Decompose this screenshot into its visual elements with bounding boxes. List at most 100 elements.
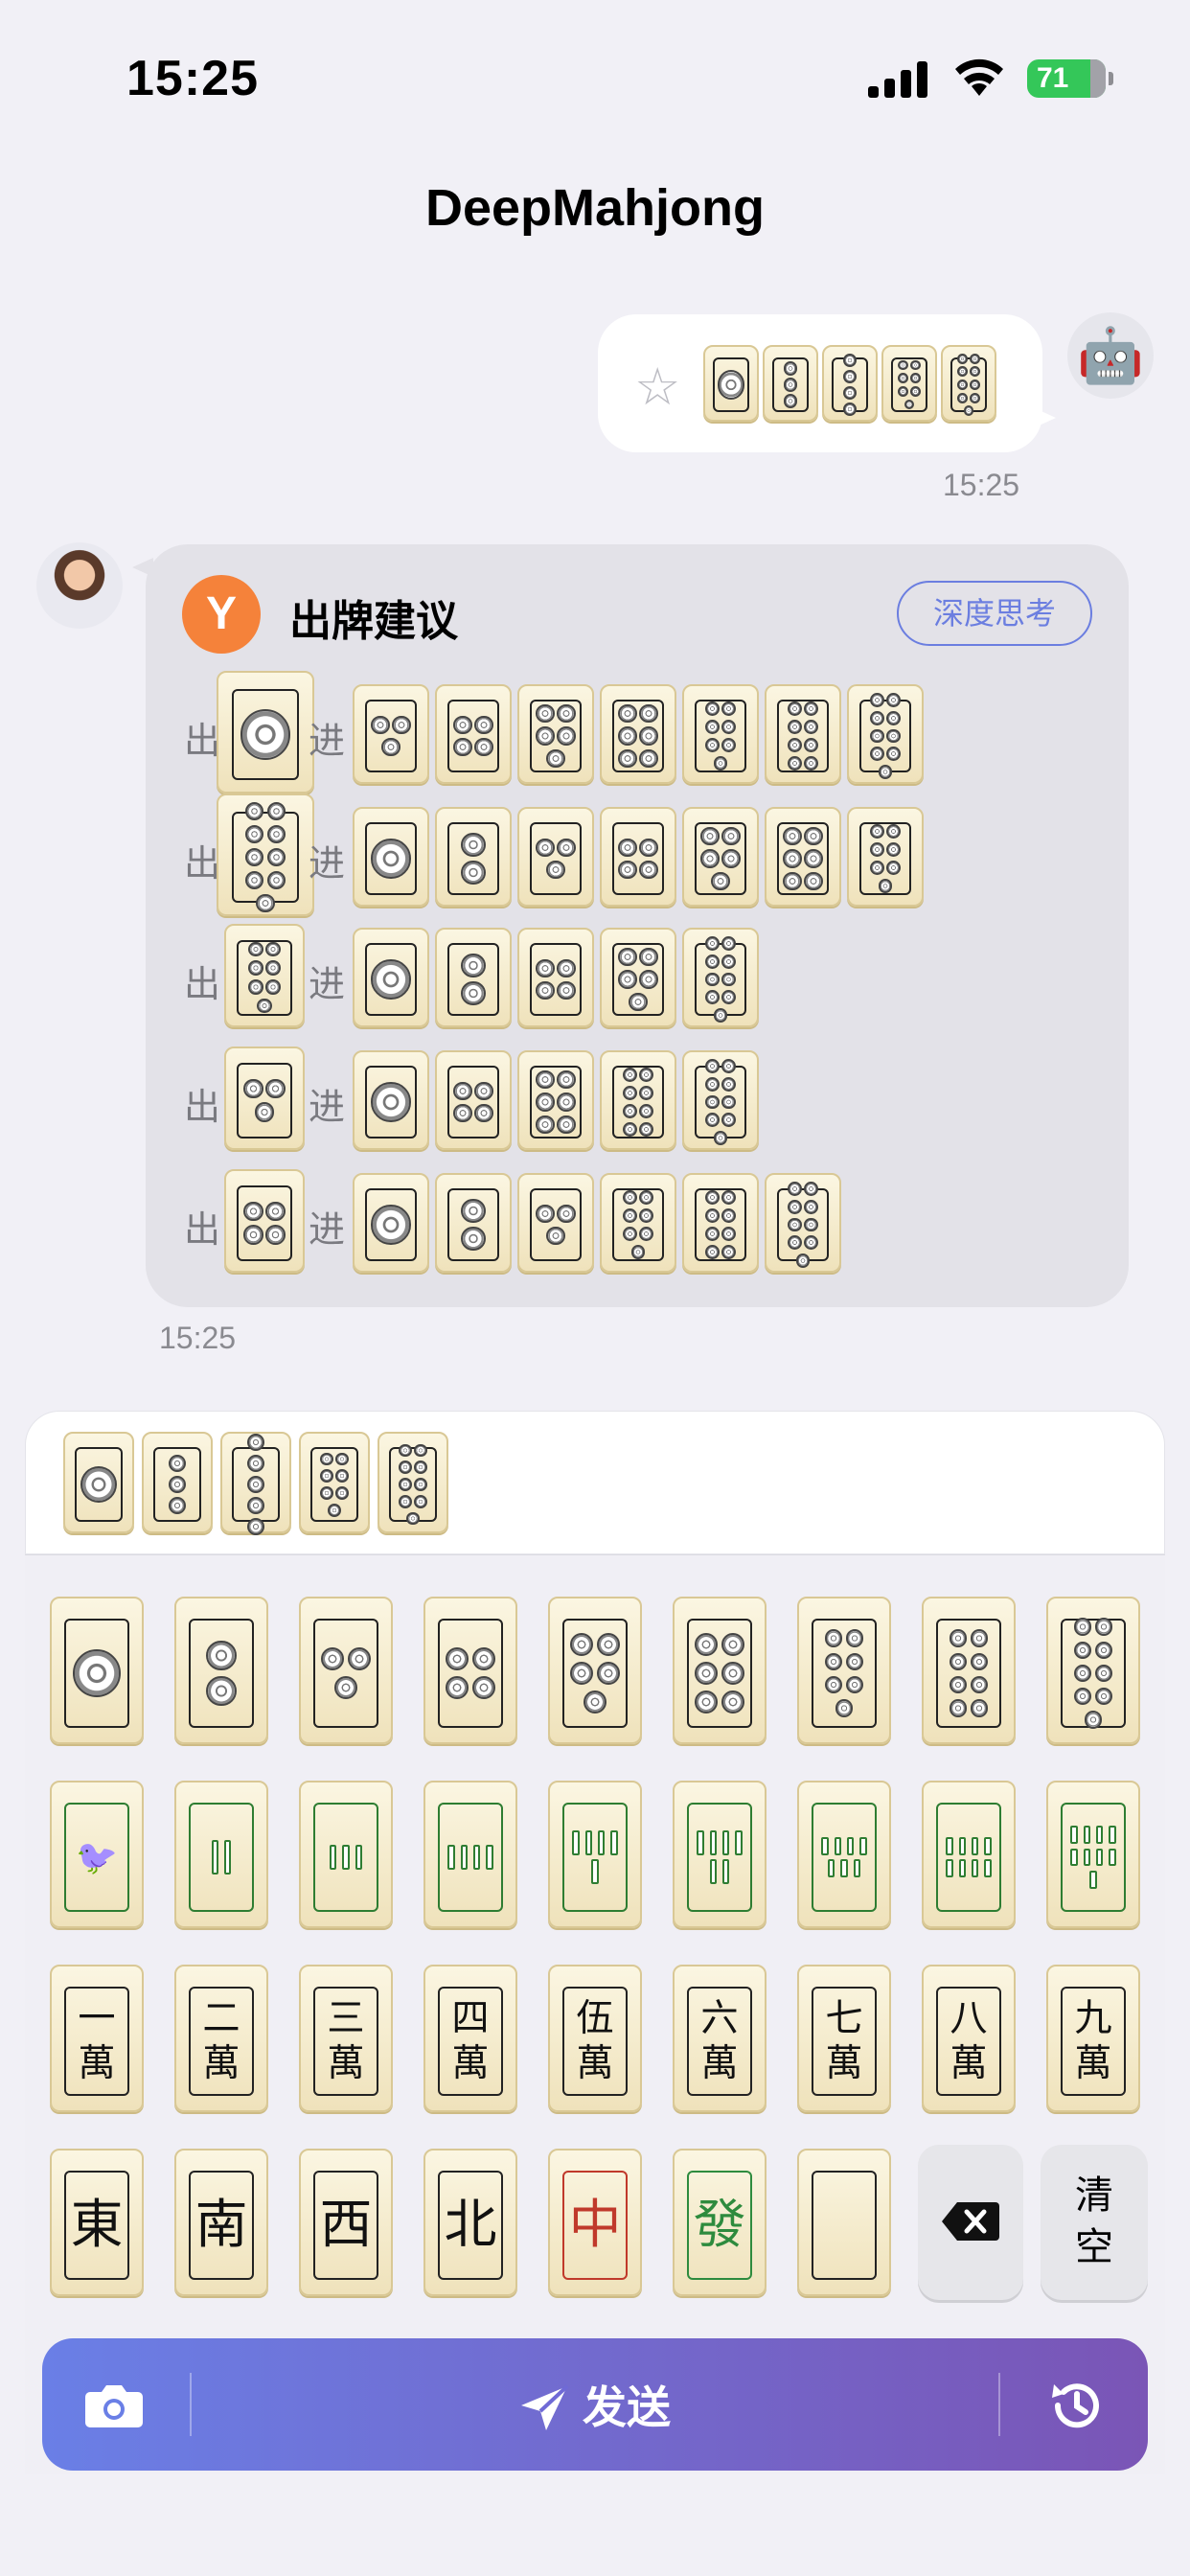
message-tile[interactable] xyxy=(941,345,996,422)
draw-tile[interactable] xyxy=(600,807,676,907)
key-honor-7[interactable] xyxy=(797,2149,891,2296)
discard-tile[interactable] xyxy=(224,924,305,1027)
dot-pip xyxy=(639,1068,654,1083)
draw-tile[interactable] xyxy=(435,928,512,1027)
key-bamboo-9[interactable] xyxy=(1046,1781,1140,1928)
clear-button[interactable]: 清空 xyxy=(1041,2145,1148,2300)
key-bamboo-8[interactable] xyxy=(922,1781,1016,1928)
input-tile[interactable] xyxy=(378,1432,448,1533)
dot-pip xyxy=(721,1690,744,1714)
draw-tile[interactable] xyxy=(682,1173,759,1273)
key-character-7[interactable]: 七萬 xyxy=(797,1965,891,2112)
draw-tile[interactable] xyxy=(847,807,924,907)
key-dots-9[interactable] xyxy=(1046,1597,1140,1744)
tile-face: 🐦 xyxy=(64,1803,129,1912)
dot-pip xyxy=(909,373,921,384)
discard-tile[interactable] xyxy=(224,1169,305,1273)
input-tile[interactable] xyxy=(63,1432,134,1533)
input-tile[interactable] xyxy=(142,1432,213,1533)
key-dots-2[interactable] xyxy=(174,1597,268,1744)
input-tile[interactable] xyxy=(220,1432,291,1536)
key-dots-4[interactable] xyxy=(423,1597,517,1744)
input-tile[interactable] xyxy=(299,1432,370,1533)
dot-pip xyxy=(886,842,902,858)
draw-tile[interactable] xyxy=(682,807,759,907)
draw-tile[interactable] xyxy=(765,684,841,784)
tile-face xyxy=(364,1188,418,1261)
key-character-2[interactable]: 二萬 xyxy=(174,1965,268,2112)
draw-tile[interactable] xyxy=(435,1050,512,1150)
draw-tile[interactable] xyxy=(600,1050,676,1150)
draw-tile[interactable] xyxy=(682,1050,759,1150)
key-bamboo-1[interactable]: 🐦 xyxy=(50,1781,144,1928)
key-honor-1[interactable]: 東 xyxy=(50,2149,144,2296)
star-icon[interactable]: ☆ xyxy=(634,356,680,417)
draw-tile[interactable] xyxy=(435,1173,512,1273)
key-bamboo-3[interactable] xyxy=(299,1781,393,1928)
key-character-8[interactable]: 八萬 xyxy=(922,1965,1016,2112)
key-honor-3[interactable]: 西 xyxy=(299,2149,393,2296)
backspace-button[interactable] xyxy=(918,2145,1023,2300)
key-character-6[interactable]: 六萬 xyxy=(673,1965,767,2112)
draw-tile[interactable] xyxy=(517,1050,594,1150)
draw-tile[interactable] xyxy=(353,1173,429,1273)
key-character-4[interactable]: 四萬 xyxy=(423,1965,517,2112)
draw-tile[interactable] xyxy=(600,1173,676,1273)
key-bamboo-7[interactable] xyxy=(797,1781,891,1928)
draw-tile[interactable] xyxy=(435,684,512,784)
discard-tile[interactable] xyxy=(224,1046,305,1150)
draw-tile[interactable] xyxy=(600,684,676,784)
key-dots-3[interactable] xyxy=(299,1597,393,1744)
draw-tile[interactable] xyxy=(353,807,429,907)
draw-tile[interactable] xyxy=(517,928,594,1027)
draw-tile[interactable] xyxy=(517,807,594,907)
message-tile[interactable] xyxy=(703,345,759,422)
discard-tile[interactable] xyxy=(217,794,314,916)
key-bamboo-4[interactable] xyxy=(423,1781,517,1928)
key-dots-6[interactable] xyxy=(673,1597,767,1744)
robot-avatar: 🤖 xyxy=(1067,312,1154,399)
key-bamboo-5[interactable] xyxy=(548,1781,642,1928)
dot-pip xyxy=(721,954,737,969)
key-dots-8[interactable] xyxy=(922,1597,1016,1744)
draw-tile[interactable] xyxy=(847,684,924,784)
message-tile[interactable] xyxy=(822,345,878,422)
dot-pip xyxy=(168,1497,187,1515)
honor-glyph: 北 xyxy=(444,2194,497,2256)
history-icon[interactable] xyxy=(1048,2377,1106,2434)
bamboo-stick xyxy=(946,1859,953,1878)
deep-think-button[interactable]: 深度思考 xyxy=(897,581,1092,646)
draw-tile[interactable] xyxy=(353,684,429,784)
dot-pip xyxy=(546,860,565,880)
key-character-9[interactable]: 九萬 xyxy=(1046,1965,1140,2112)
key-dots-1[interactable] xyxy=(50,1597,144,1744)
key-character-1[interactable]: 一萬 xyxy=(50,1965,144,2112)
key-honor-4[interactable]: 北 xyxy=(423,2149,517,2296)
draw-tile[interactable] xyxy=(682,684,759,784)
draw-tile[interactable] xyxy=(682,928,759,1027)
key-honor-2[interactable]: 南 xyxy=(174,2149,268,2296)
key-dots-5[interactable] xyxy=(548,1597,642,1744)
key-bamboo-6[interactable] xyxy=(673,1781,767,1928)
key-honor-6[interactable]: 發 xyxy=(673,2149,767,2296)
discard-tile[interactable] xyxy=(217,671,314,794)
draw-tile[interactable] xyxy=(353,1050,429,1150)
send-button[interactable]: 发送 xyxy=(42,2373,1148,2436)
draw-tile[interactable] xyxy=(765,807,841,907)
dot-pip xyxy=(969,366,980,378)
draw-tile[interactable] xyxy=(517,684,594,784)
dot-pip xyxy=(371,1205,411,1245)
draw-tile[interactable] xyxy=(600,928,676,1027)
key-character-3[interactable]: 三萬 xyxy=(299,1965,393,2112)
key-character-5[interactable]: 伍萬 xyxy=(548,1965,642,2112)
draw-tile[interactable] xyxy=(765,1173,841,1273)
key-dots-7[interactable] xyxy=(797,1597,891,1744)
key-honor-5[interactable]: 中 xyxy=(548,2149,642,2296)
key-bamboo-2[interactable] xyxy=(174,1781,268,1928)
draw-tile[interactable] xyxy=(517,1173,594,1273)
message-tile[interactable] xyxy=(881,345,937,422)
draw-tile[interactable] xyxy=(353,928,429,1027)
draw-tile[interactable] xyxy=(435,807,512,907)
message-tile[interactable] xyxy=(763,345,818,422)
bamboo-stick xyxy=(1096,1848,1104,1867)
